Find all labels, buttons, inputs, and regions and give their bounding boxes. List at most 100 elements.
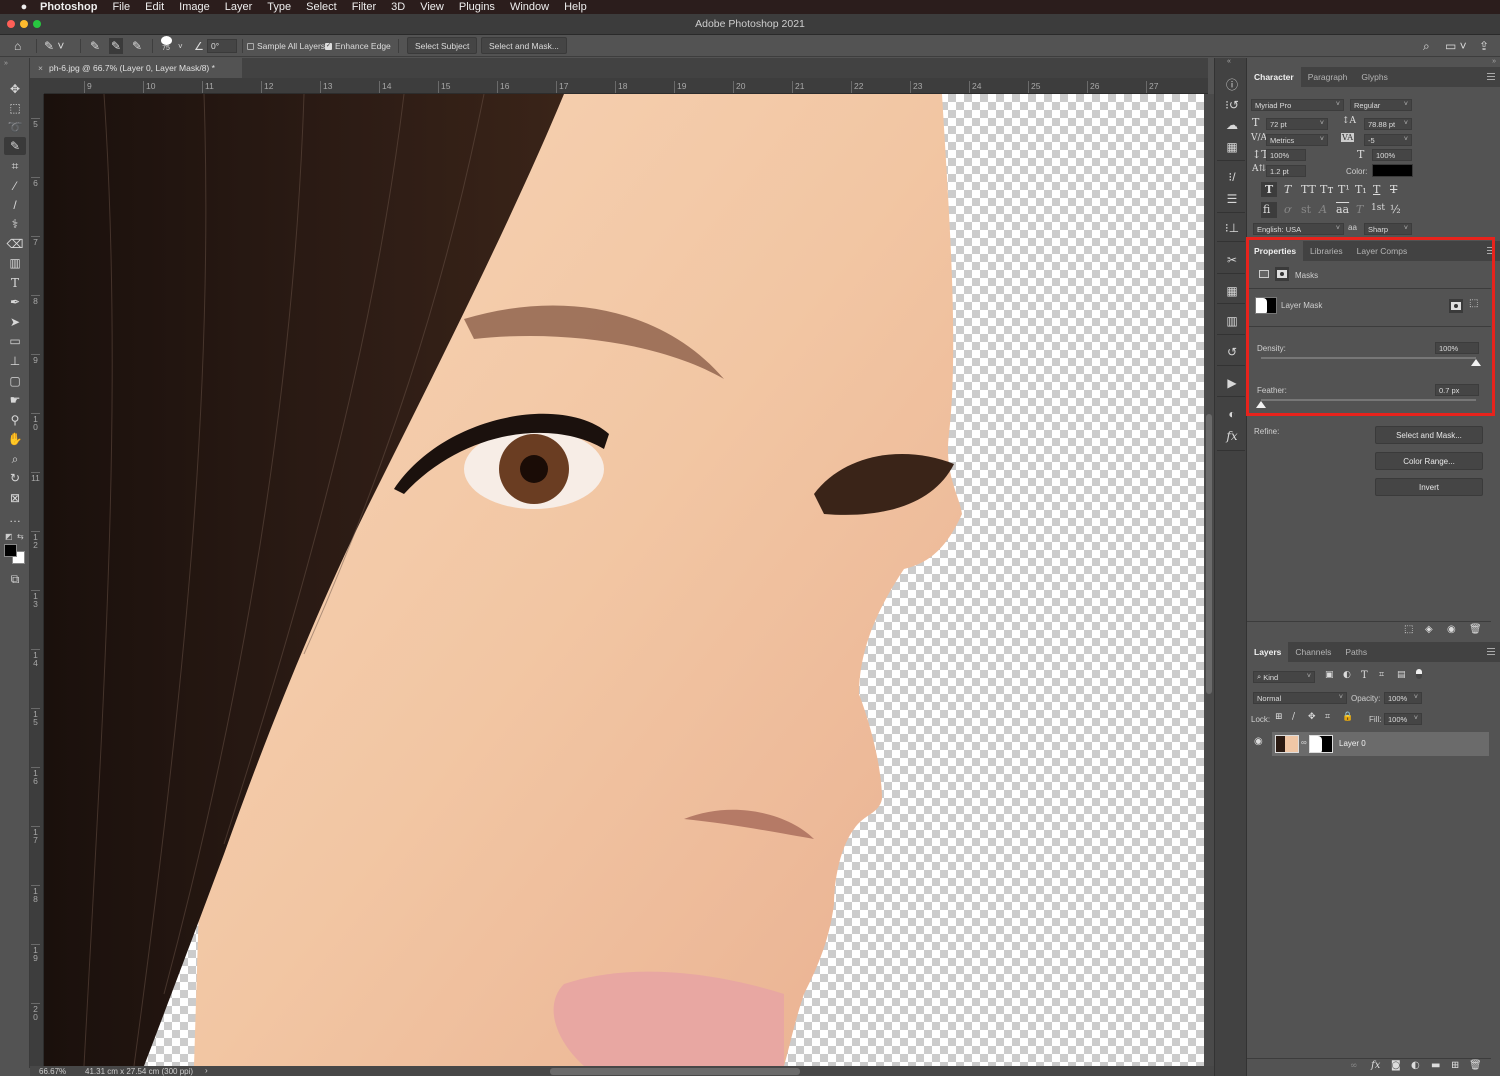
menu-view[interactable]: View bbox=[420, 1, 444, 13]
collapse-toolbar-icon[interactable]: » bbox=[4, 60, 8, 67]
more-tools-icon[interactable]: … bbox=[4, 509, 26, 527]
ruler-origin[interactable] bbox=[30, 78, 44, 94]
brush-settings-icon[interactable]: ⁝/ bbox=[1222, 168, 1242, 186]
antialias-select[interactable]: Sharp ˅ bbox=[1364, 223, 1412, 235]
language-select[interactable]: English: USA ˅ bbox=[1253, 223, 1344, 235]
faux-bold-button[interactable]: T bbox=[1265, 183, 1273, 196]
font-style-select[interactable]: Regular ˅ bbox=[1350, 99, 1412, 111]
marquee-tool-icon[interactable]: ⬚ bbox=[4, 99, 26, 117]
strikethrough-button[interactable]: T bbox=[1390, 183, 1397, 196]
menu-type[interactable]: Type bbox=[267, 1, 291, 13]
foreground-color-swatch[interactable] bbox=[4, 544, 17, 557]
enhance-edge-checkbox[interactable]: ✓ Enhance Edge bbox=[325, 38, 391, 54]
superscript-button[interactable]: T¹ bbox=[1338, 183, 1350, 196]
menu-select[interactable]: Select bbox=[306, 1, 337, 13]
tab-layer-comps[interactable]: Layer Comps bbox=[1350, 241, 1415, 261]
tab-paths[interactable]: Paths bbox=[1338, 642, 1374, 662]
menu-image[interactable]: Image bbox=[179, 1, 210, 13]
apply-mask-eye-icon[interactable]: ◈ bbox=[1425, 624, 1433, 635]
new-layer-icon[interactable]: ⊞ bbox=[1451, 1060, 1459, 1071]
swatches-icon[interactable]: ▦ bbox=[1222, 138, 1242, 156]
crop-tool-icon[interactable]: ⌗ bbox=[4, 157, 26, 175]
add-layer-style-icon[interactable]: fx bbox=[1371, 1060, 1380, 1071]
mask-link-icon[interactable]: ∞ bbox=[1301, 738, 1307, 747]
filter-adjustment-icon[interactable]: ◐ bbox=[1343, 670, 1351, 680]
select-and-mask-button[interactable]: Select and Mask... bbox=[481, 37, 567, 54]
add-to-selection-icon[interactable]: ✎ bbox=[109, 38, 124, 54]
tab-properties[interactable]: Properties bbox=[1247, 241, 1304, 261]
mask-selection-icon[interactable]: ⬚ bbox=[1404, 624, 1413, 635]
menu-layer[interactable]: Layer bbox=[225, 1, 253, 13]
menu-window[interactable]: Window bbox=[510, 1, 549, 13]
subtract-from-selection-icon[interactable]: ✎ bbox=[132, 38, 142, 54]
tool-preset-picker-icon[interactable]: ✎ ˅ bbox=[44, 38, 64, 54]
lasso-tool-icon[interactable]: ➰ bbox=[4, 118, 26, 136]
pixel-properties-icon[interactable] bbox=[1259, 270, 1269, 278]
filter-toggle[interactable] bbox=[1416, 669, 1422, 679]
eyedropper-tool-icon[interactable]: ⁄ bbox=[4, 177, 26, 195]
delete-layer-icon[interactable]: 🗑 bbox=[1469, 1060, 1482, 1071]
brush-tool-icon[interactable]: / bbox=[4, 196, 26, 214]
horizontal-scale-input[interactable]: 100% bbox=[1372, 149, 1412, 161]
layer-visibility-eye-icon[interactable]: ◉ bbox=[1254, 736, 1263, 747]
text-color-swatch[interactable] bbox=[1372, 164, 1413, 177]
mask-properties-icon[interactable] bbox=[1275, 267, 1289, 281]
ordinals-button[interactable]: 1st bbox=[1371, 203, 1385, 213]
panel-menu-icon[interactable] bbox=[1487, 648, 1495, 655]
density-slider-track[interactable] bbox=[1261, 357, 1476, 359]
menu-3d[interactable]: 3D bbox=[391, 1, 405, 13]
filter-smart-object-icon[interactable]: ▤ bbox=[1397, 670, 1406, 680]
chevron-down-icon[interactable]: ˅ bbox=[178, 38, 183, 54]
brush-size-picker[interactable]: 75 bbox=[160, 36, 172, 52]
feather-slider-track[interactable] bbox=[1261, 399, 1476, 401]
smudge-tool-icon[interactable]: ☛ bbox=[4, 391, 26, 409]
color-palette-icon[interactable]: ☁ bbox=[1222, 116, 1242, 134]
path-selection-tool-icon[interactable]: ➤ bbox=[4, 313, 26, 331]
blend-mode-select[interactable]: Normal ˅ bbox=[1253, 692, 1347, 704]
feather-slider-handle[interactable] bbox=[1256, 401, 1266, 408]
ligatures-button[interactable]: fi bbox=[1263, 203, 1270, 216]
pen-tool-icon[interactable]: ✒ bbox=[4, 293, 26, 311]
menu-help[interactable]: Help bbox=[564, 1, 587, 13]
layer-filter-kind-select[interactable]: ⌕ Kind ˅ bbox=[1253, 671, 1315, 683]
zoom-tool-icon[interactable]: ⌕ bbox=[4, 450, 26, 468]
actions-play-icon[interactable]: ▶ bbox=[1222, 374, 1242, 392]
menu-edit[interactable]: Edit bbox=[145, 1, 164, 13]
adjustment-layer-icon[interactable]: ◐ bbox=[1222, 405, 1242, 423]
stylistic-alternates-button[interactable]: aa bbox=[1336, 203, 1349, 216]
sample-all-layers-checkbox[interactable]: Sample All Layers bbox=[247, 38, 325, 54]
vertical-scrollbar[interactable] bbox=[1204, 94, 1214, 1066]
healing-brush-tool-icon[interactable]: ⚕ bbox=[4, 215, 26, 233]
feather-input[interactable]: 0.7 px bbox=[1435, 384, 1479, 396]
underline-button[interactable]: T bbox=[1373, 183, 1380, 196]
add-mask-icon[interactable]: ◙ bbox=[1391, 1060, 1401, 1071]
kerning-select[interactable]: Metrics ˅ bbox=[1266, 134, 1328, 146]
filter-type-icon[interactable]: T bbox=[1361, 670, 1368, 681]
vertical-ruler[interactable]: 5 6 7 8 9 10 11 12 13 14 15 16 17 18 19 20 bbox=[30, 94, 44, 1066]
horizontal-scroll-thumb[interactable] bbox=[550, 1068, 800, 1075]
gradients-icon[interactable]: ▥ bbox=[1222, 312, 1242, 330]
layer-row[interactable]: ◉ ∞ Layer 0 bbox=[1254, 732, 1489, 756]
fill-input[interactable]: 100% ˅ bbox=[1384, 713, 1422, 725]
filter-shape-icon[interactable]: ⌗ bbox=[1379, 670, 1384, 680]
dodge-tool-icon[interactable]: ⚲ bbox=[4, 411, 26, 429]
document-canvas[interactable] bbox=[44, 94, 1204, 1066]
status-menu-arrow[interactable]: › bbox=[205, 1066, 208, 1075]
move-tool-icon[interactable]: ✥ bbox=[4, 80, 26, 98]
subscript-button[interactable]: T₁ bbox=[1355, 183, 1367, 196]
angle-input[interactable]: 0° bbox=[207, 39, 237, 53]
tab-paragraph[interactable]: Paragraph bbox=[1301, 67, 1355, 87]
lock-artboard-icon[interactable]: ⌗ bbox=[1325, 712, 1330, 722]
expand-panels-icon[interactable]: » bbox=[1492, 58, 1496, 65]
gradient-tool-icon[interactable]: ▥ bbox=[4, 254, 26, 272]
panel-menu-icon[interactable] bbox=[1487, 73, 1495, 80]
link-layers-icon[interactable]: ∞ bbox=[1350, 1061, 1358, 1071]
select-subject-button[interactable]: Select Subject bbox=[407, 37, 478, 54]
select-and-mask-refine-button[interactable]: Select and Mask... bbox=[1375, 426, 1483, 444]
opacity-input[interactable]: 100% ˅ bbox=[1384, 692, 1422, 704]
apply-mask-icon[interactable] bbox=[1449, 299, 1463, 313]
menu-photoshop[interactable]: Photoshop bbox=[40, 1, 97, 13]
new-adjustment-layer-icon[interactable]: ◐ bbox=[1411, 1060, 1420, 1071]
screen-mode-icon[interactable]: ⧉ bbox=[4, 570, 26, 588]
layer-name[interactable]: Layer 0 bbox=[1339, 739, 1366, 748]
